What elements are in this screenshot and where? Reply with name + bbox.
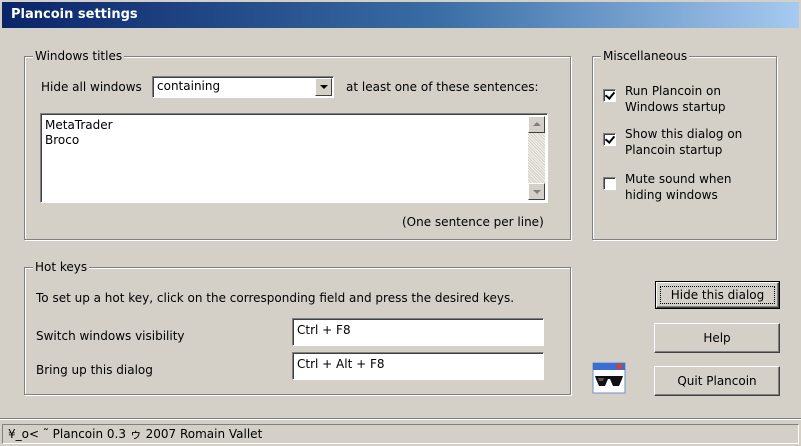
sentences-list: MetaTrader Broco xyxy=(45,118,113,148)
bring-up-dialog-hotkey-field[interactable]: Ctrl + Alt + F8 xyxy=(292,352,544,380)
sentences-textarea[interactable]: MetaTrader Broco xyxy=(40,113,548,203)
status-separator xyxy=(0,418,801,420)
window-title: Plancoin settings xyxy=(2,2,799,28)
hide-all-windows-label: Hide all windows xyxy=(41,80,142,94)
mute-sound-line1: Mute sound when xyxy=(625,172,732,186)
mute-sound-checkbox[interactable] xyxy=(603,177,616,190)
bring-up-dialog-label: Bring up this dialog xyxy=(36,363,153,377)
help-label: Help xyxy=(703,331,731,345)
show-dialog-on-startup-label: Show this dialog on Plancoin startup xyxy=(625,126,742,158)
sunglasses-icon xyxy=(592,362,626,394)
mute-sound-label: Mute sound when hiding windows xyxy=(625,171,732,203)
run-on-startup-checkbox[interactable] xyxy=(603,89,616,102)
match-mode-value: containing xyxy=(157,79,221,93)
run-on-startup-label: Run Plancoin on Windows startup xyxy=(625,83,726,115)
hot-keys-legend: Hot keys xyxy=(33,260,90,274)
show-dialog-line2: Plancoin startup xyxy=(625,143,723,157)
settings-window: Plancoin settings Windows titles Hide al… xyxy=(0,0,801,446)
show-dialog-on-startup-checkbox[interactable] xyxy=(603,133,616,146)
scroll-up-icon[interactable] xyxy=(528,116,545,133)
chevron-down-icon[interactable] xyxy=(315,78,332,96)
quit-button[interactable]: Quit Plancoin xyxy=(654,366,780,396)
hide-dialog-button[interactable]: Hide this dialog xyxy=(655,281,780,309)
hot-keys-instructions: To set up a hot key, click on the corres… xyxy=(36,291,515,305)
sentences-scrollbar[interactable] xyxy=(528,116,545,200)
miscellaneous-legend: Miscellaneous xyxy=(601,49,690,63)
mute-sound-line2: hiding windows xyxy=(625,188,718,202)
sentence-line: MetaTrader xyxy=(45,118,113,132)
quit-label: Quit Plancoin xyxy=(677,374,757,388)
show-dialog-line1: Show this dialog on xyxy=(625,127,743,141)
scroll-down-icon[interactable] xyxy=(528,183,545,200)
one-sentence-hint: (One sentence per line) xyxy=(402,215,544,229)
run-on-startup-line2: Windows startup xyxy=(625,100,726,114)
hide-dialog-label: Hide this dialog xyxy=(670,288,765,302)
switch-visibility-hotkey-field[interactable]: Ctrl + F8 xyxy=(292,318,544,346)
match-mode-select[interactable]: containing xyxy=(152,76,334,98)
run-on-startup-line1: Run Plancoin on xyxy=(625,84,721,98)
windows-titles-legend: Windows titles xyxy=(33,49,125,63)
status-bar: ¥_o< ˜ Plancoin 0.3 ゥ 2007 Romain Vallet xyxy=(2,424,799,444)
switch-visibility-label: Switch windows visibility xyxy=(36,329,185,343)
sentence-line: Broco xyxy=(45,133,80,147)
sentences-suffix-label: at least one of these sentences: xyxy=(346,80,539,94)
help-button[interactable]: Help xyxy=(654,323,780,353)
